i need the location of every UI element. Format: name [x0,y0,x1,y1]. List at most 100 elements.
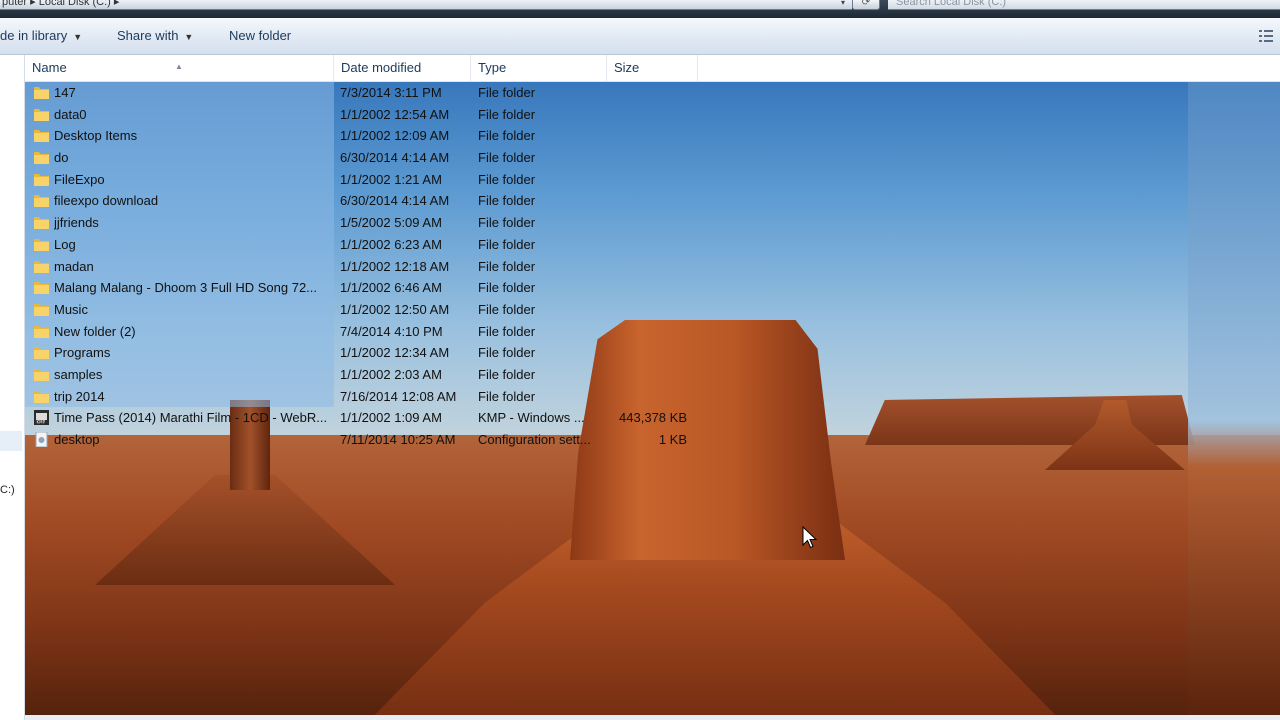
file-type: File folder [478,193,536,209]
column-header-name[interactable]: Name ▲ [25,55,334,81]
file-type: File folder [478,150,536,166]
file-date-modified: 1/1/2002 12:50 AM [340,301,450,317]
file-name: fileexpo download [54,193,159,209]
folder-icon [34,260,49,273]
folder-icon [34,130,49,143]
file-size: 1 KB [658,432,687,447]
file-date-modified: 1/1/2002 12:34 AM [340,345,450,361]
column-header-row: Name ▲ Date modified Type Size [25,55,1280,82]
file-name: Desktop Items [54,128,138,144]
file-type: File folder [478,106,536,122]
file-name: data0 [54,106,87,122]
file-name: Log [54,236,76,252]
file-row[interactable]: KMP Time Pass (2014) Marathi Film - 1CD -… [25,407,725,429]
file-row[interactable]: Desktop Items 1/1/2002 12:09 AM File folde… [25,125,725,148]
folder-icon [34,282,49,295]
file-name: Malang Malang - Dhoom 3 Full HD Song 72.… [54,280,318,296]
folder-icon [34,325,49,338]
file-type: KMP - Windows ... [478,410,585,426]
file-type: File folder [478,85,536,100]
file-name: madan [54,258,94,274]
column-header-date[interactable]: Date modified [334,55,471,81]
status-bar-edge [25,715,1280,720]
dropdown-caret-icon: ▼ [73,32,83,42]
file-name: do [54,150,69,166]
file-type: File folder [478,345,536,361]
dropdown-caret-icon: ▼ [184,32,194,42]
folder-icon [34,347,49,360]
svg-text:KMP: KMP [37,420,46,425]
file-name: Programs [54,345,111,361]
include-in-library-button[interactable]: de in library ▼ [0,27,82,45]
file-row[interactable]: Programs 1/1/2002 12:34 AM File folder [25,342,725,364]
folder-icon [34,238,49,251]
file-row[interactable]: New folder (2) 7/4/2014 4:10 PM File folde… [25,320,725,343]
folder-icon [34,390,49,403]
file-row[interactable]: data0 1/1/2002 12:54 AM File folder [25,103,725,126]
file-type: File folder [478,366,536,382]
file-date-modified: 1/1/2002 1:09 AM [340,410,442,426]
file-row[interactable]: FileExpo 1/1/2002 1:21 AM File folder [25,168,725,191]
file-date-modified: 7/4/2014 4:10 PM [340,323,443,339]
video-file-icon: KMP [34,410,49,426]
file-list-view[interactable]: Name ▲ Date modified Type Size 147 7/3/20… [25,55,1280,720]
nav-selected-item[interactable] [0,431,22,451]
folder-icon [34,195,49,208]
file-row[interactable]: do 6/30/2014 4:14 AM File folder [25,147,725,169]
folder-icon [34,217,49,230]
file-type: File folder [478,323,536,339]
refresh-button[interactable]: ⟳ [852,0,880,10]
config-file-icon [35,432,48,447]
file-name: FileExpo [54,171,105,187]
new-folder-button[interactable]: New folder [229,27,291,45]
file-row[interactable]: trip 2014 7/16/2014 12:08 AM File folder [25,385,725,408]
file-date-modified: 7/16/2014 12:08 AM [340,388,457,404]
navigation-pane[interactable]: C:) [0,55,25,720]
file-row[interactable]: jjfriends 1/5/2002 5:09 AM File folder [25,212,725,234]
change-view-icon[interactable] [1258,28,1274,44]
folder-icon [34,303,49,316]
file-row[interactable]: Music 1/1/2002 12:50 AM File folder [25,298,725,321]
include-in-library-label: de in library [0,28,68,43]
file-row[interactable]: samples 1/1/2002 2:03 AM File folder [25,363,725,386]
refresh-icon: ⟳ [861,0,871,8]
file-row[interactable]: Malang Malang - Dhoom 3 Full HD Song 72.… [25,277,725,299]
file-name: Music [54,301,88,317]
file-type: File folder [478,258,536,274]
file-type: File folder [478,171,536,187]
sort-ascending-icon: ▲ [175,62,183,71]
file-type: File folder [478,280,536,296]
file-type: Configuration sett... [478,432,591,447]
file-row[interactable]: fileexpo download 6/30/2014 4:14 AM File f… [25,190,725,213]
file-type: File folder [478,301,536,317]
column-header-type[interactable]: Type [471,55,607,81]
file-rows: 147 7/3/2014 3:11 PM File folder data0 1/1/2… [25,82,725,451]
new-folder-label: New folder [229,28,292,43]
file-date-modified: 1/1/2002 2:03 AM [340,366,442,382]
file-date-modified: 7/3/2014 3:11 PM [340,85,442,100]
file-row[interactable]: desktop 7/11/2014 10:25 AM Configuration s… [25,429,725,451]
file-type: File folder [478,236,536,252]
file-type: File folder [478,128,536,144]
address-strip: puter ▸ Local Disk (C:) ▸ ▾ ⟳ Search Loc… [0,0,1280,18]
file-date-modified: 1/1/2002 6:46 AM [340,280,442,296]
file-type: File folder [478,215,536,231]
file-row[interactable]: madan 1/1/2002 12:18 AM File folder [25,255,725,278]
file-date-modified: 1/1/2002 1:21 AM [340,171,442,187]
column-name-label: Name [32,60,67,75]
file-name: New folder (2) [54,323,136,339]
file-row[interactable]: Log 1/1/2002 6:23 AM File folder [25,233,725,256]
file-name: jjfriends [54,215,99,231]
share-with-button[interactable]: Share with ▼ [117,27,193,45]
address-bar[interactable]: puter ▸ Local Disk (C:) ▸ [0,0,852,10]
file-date-modified: 1/1/2002 12:18 AM [340,258,450,274]
file-name: 147 [54,85,76,100]
column-date-label: Date modified [341,60,422,75]
column-header-size[interactable]: Size [607,55,698,81]
nav-drive-label[interactable]: C:) [0,484,15,496]
column-size-label: Size [614,60,640,75]
file-row[interactable]: 147 7/3/2014 3:11 PM File folder [25,82,725,104]
search-input[interactable]: Search Local Disk (C:) [888,0,1280,10]
address-dropdown-chevron-icon[interactable]: ▾ [836,0,850,9]
file-name: trip 2014 [54,388,105,404]
